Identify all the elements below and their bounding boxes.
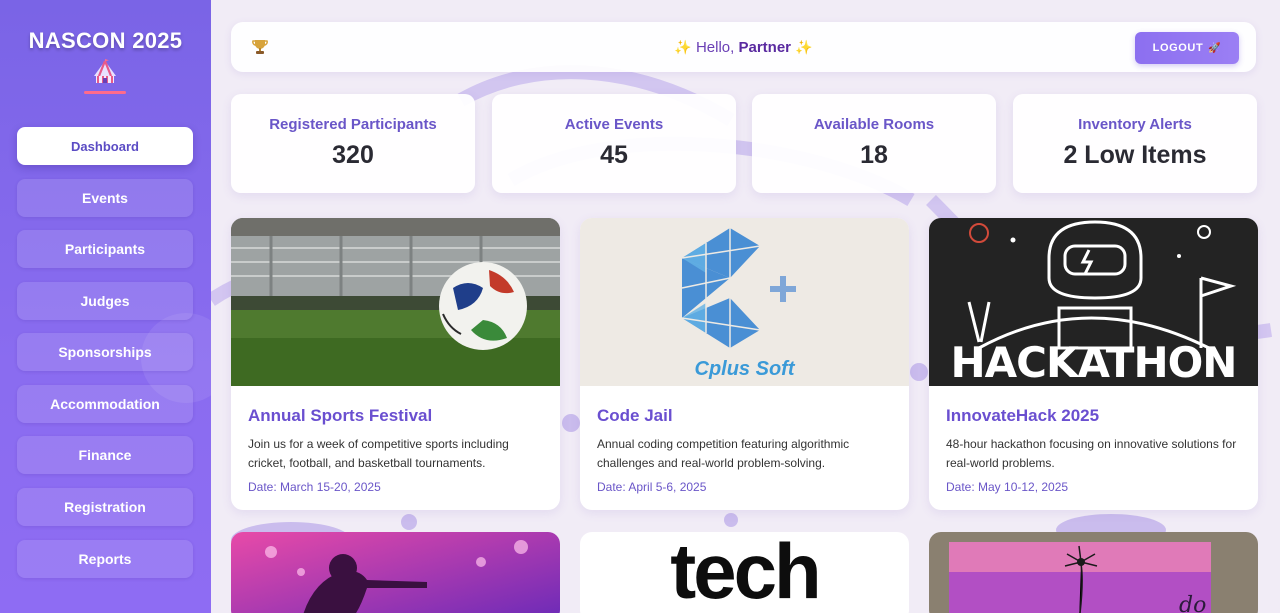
event-description: Join us for a week of competitive sports… xyxy=(248,437,509,470)
event-date: Date: March 15-20, 2025 xyxy=(248,480,381,494)
cplus-soft-logo-text: Cplus Soft xyxy=(694,358,795,380)
sidebar-item-reports[interactable]: Reports xyxy=(17,540,193,578)
hackathon-image: HACKATHON xyxy=(929,218,1258,386)
event-title: InnovateHack 2025 xyxy=(946,406,1100,425)
rocket-icon: 🚀 xyxy=(1208,42,1222,54)
stat-card-inventory: Inventory Alerts 2 Low Items xyxy=(1013,94,1257,193)
stat-card-events: Active Events 45 xyxy=(492,94,736,193)
logout-button[interactable]: LOGOUT 🚀 xyxy=(1135,32,1239,64)
greeting: ✨ Hello, Partner ✨ xyxy=(231,39,1256,56)
sidebar-item-participants[interactable]: Participants xyxy=(17,230,193,268)
tech-logo-text: tech xyxy=(670,532,821,613)
sparkle-icon: ✨ xyxy=(674,39,692,55)
stat-card-rooms: Available Rooms 18 xyxy=(752,94,996,193)
sparkle-icon: ✨ xyxy=(795,39,813,55)
event-card-concert[interactable] xyxy=(231,532,560,613)
stat-card-participants: Registered Participants 320 xyxy=(231,94,475,193)
brand-title: NASCON 2025 xyxy=(28,28,183,53)
circus-tent-icon xyxy=(94,59,116,83)
stat-value: 45 xyxy=(600,141,628,169)
sidebar-item-sponsorships[interactable]: Sponsorships xyxy=(17,333,193,371)
stat-value: 2 Low Items xyxy=(1063,141,1207,169)
event-description: Annual coding competition featuring algo… xyxy=(597,437,850,470)
event-card-dandelion[interactable]: do xyxy=(929,532,1258,613)
sidebar-item-registration[interactable]: Registration xyxy=(17,488,193,526)
soccer-ball-stadium-image xyxy=(231,218,560,386)
dandelion-sign-image: do xyxy=(929,532,1258,613)
stat-value: 320 xyxy=(332,141,374,169)
sidebar-item-events[interactable]: Events xyxy=(17,179,193,217)
event-card-codejail[interactable]: Cplus Soft Code Jail Annual coding compe… xyxy=(580,218,909,510)
event-title: Code Jail xyxy=(597,406,673,425)
header-bar: ✨ Hello, Partner ✨ LOGOUT 🚀 xyxy=(231,22,1256,72)
event-title: Annual Sports Festival xyxy=(248,406,433,425)
sidebar-item-dashboard[interactable]: Dashboard xyxy=(17,127,193,165)
event-description: 48-hour hackathon focusing on innovative… xyxy=(946,437,1237,470)
svg-text:do: do xyxy=(1179,593,1206,613)
stat-label: Registered Participants xyxy=(269,116,437,133)
greeting-prefix: Hello, xyxy=(695,39,739,56)
sidebar: NASCON 2025 Dashboard Events Participant… xyxy=(0,0,211,613)
event-card-sports[interactable]: Annual Sports Festival Join us for a wee… xyxy=(231,218,560,510)
sidebar-item-accommodation[interactable]: Accommodation xyxy=(17,385,193,423)
event-card-tech[interactable]: tech xyxy=(580,532,909,613)
logout-label: LOGOUT xyxy=(1152,42,1204,54)
cplus-soft-logo-image: Cplus Soft xyxy=(580,218,909,386)
stat-value: 18 xyxy=(860,141,888,169)
stat-label: Available Rooms xyxy=(813,116,935,133)
brand-underline xyxy=(84,91,126,94)
event-date: Date: May 10-12, 2025 xyxy=(946,480,1069,494)
sidebar-item-finance[interactable]: Finance xyxy=(17,436,193,474)
main-content: ✨ Hello, Partner ✨ LOGOUT 🚀 Registered P… xyxy=(211,0,1280,613)
hackathon-image-text: HACKATHON xyxy=(950,338,1238,386)
event-date: Date: April 5-6, 2025 xyxy=(597,480,707,494)
sidebar-item-judges[interactable]: Judges xyxy=(17,282,193,320)
stat-label: Active Events xyxy=(564,116,664,133)
greeting-name: Partner xyxy=(738,39,792,56)
event-card-innovatehack[interactable]: HACKATHON InnovateHack 2025 48-hour hack… xyxy=(929,218,1258,510)
stat-label: Inventory Alerts xyxy=(1078,116,1192,133)
concert-singer-image xyxy=(231,532,560,613)
